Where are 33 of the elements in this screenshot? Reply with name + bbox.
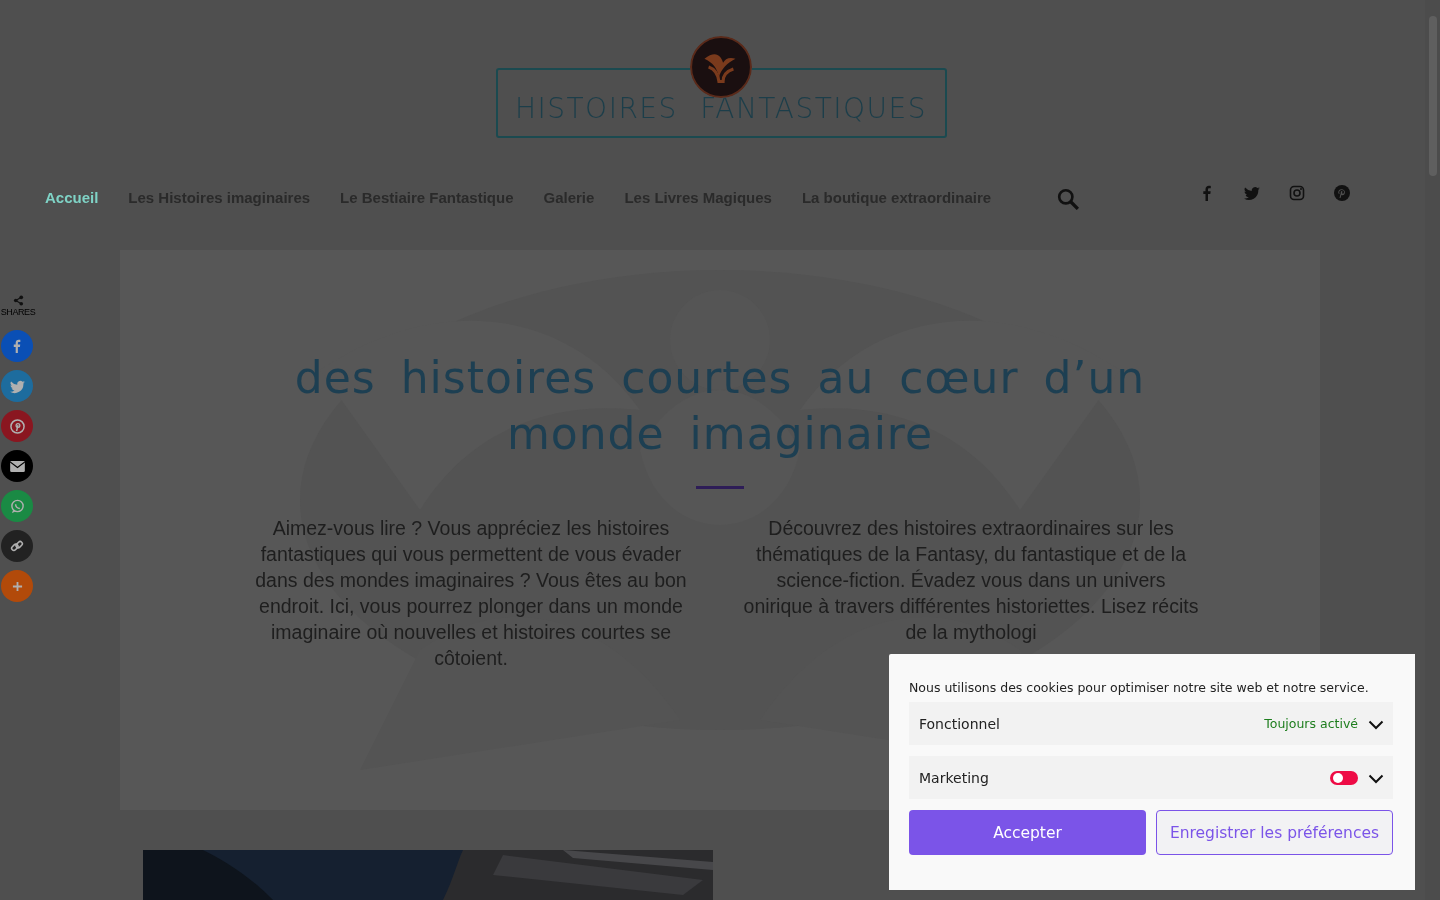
twitter-share-button[interactable] (1, 370, 33, 402)
always-active-label: Toujours activé (1264, 716, 1358, 731)
envelope-icon (9, 460, 25, 472)
save-preferences-button[interactable]: Enregistrer les préférences (1156, 810, 1393, 855)
more-share-button[interactable] (1, 570, 33, 602)
accept-button[interactable]: Accepter (909, 810, 1146, 855)
plus-icon (11, 580, 23, 592)
category-label: Marketing (919, 769, 989, 786)
instagram-icon[interactable] (1289, 185, 1306, 201)
phoenix-icon (690, 36, 752, 98)
cookie-message: Nous utilisons des cookies pour optimiser notre site web et notre service. (909, 680, 1370, 695)
category-label: Fonctionnel (919, 715, 1000, 732)
chevron-icon[interactable] (1368, 720, 1384, 730)
search-icon[interactable] (1057, 188, 1080, 210)
pinterest-icon[interactable] (1334, 185, 1351, 201)
twitter-icon[interactable] (1244, 185, 1261, 201)
facebook-share-button[interactable] (1, 330, 33, 362)
pinterest-icon (9, 418, 25, 434)
shares-label: SHARES (0, 307, 36, 317)
nav-link[interactable]: Accueil (45, 188, 99, 206)
link-share-button[interactable] (1, 530, 33, 562)
cookie-category-row[interactable]: Fonctionnel Toujours activé (909, 702, 1393, 745)
hero-title: des histoires courtes au cœur d’un monde imaginaire (293, 351, 1147, 461)
cookie-category-row[interactable]: Marketing (909, 756, 1393, 799)
whatsapp-icon (9, 498, 25, 514)
email-share-button[interactable] (1, 450, 33, 482)
share-icon (12, 295, 24, 306)
whatsapp-share-button[interactable] (1, 490, 33, 522)
toggle-switch[interactable] (1330, 770, 1358, 785)
twitter-icon (9, 378, 25, 394)
link-icon (10, 539, 24, 553)
pinterest-share-button[interactable] (1, 410, 33, 442)
chevron-icon[interactable] (1368, 774, 1384, 784)
